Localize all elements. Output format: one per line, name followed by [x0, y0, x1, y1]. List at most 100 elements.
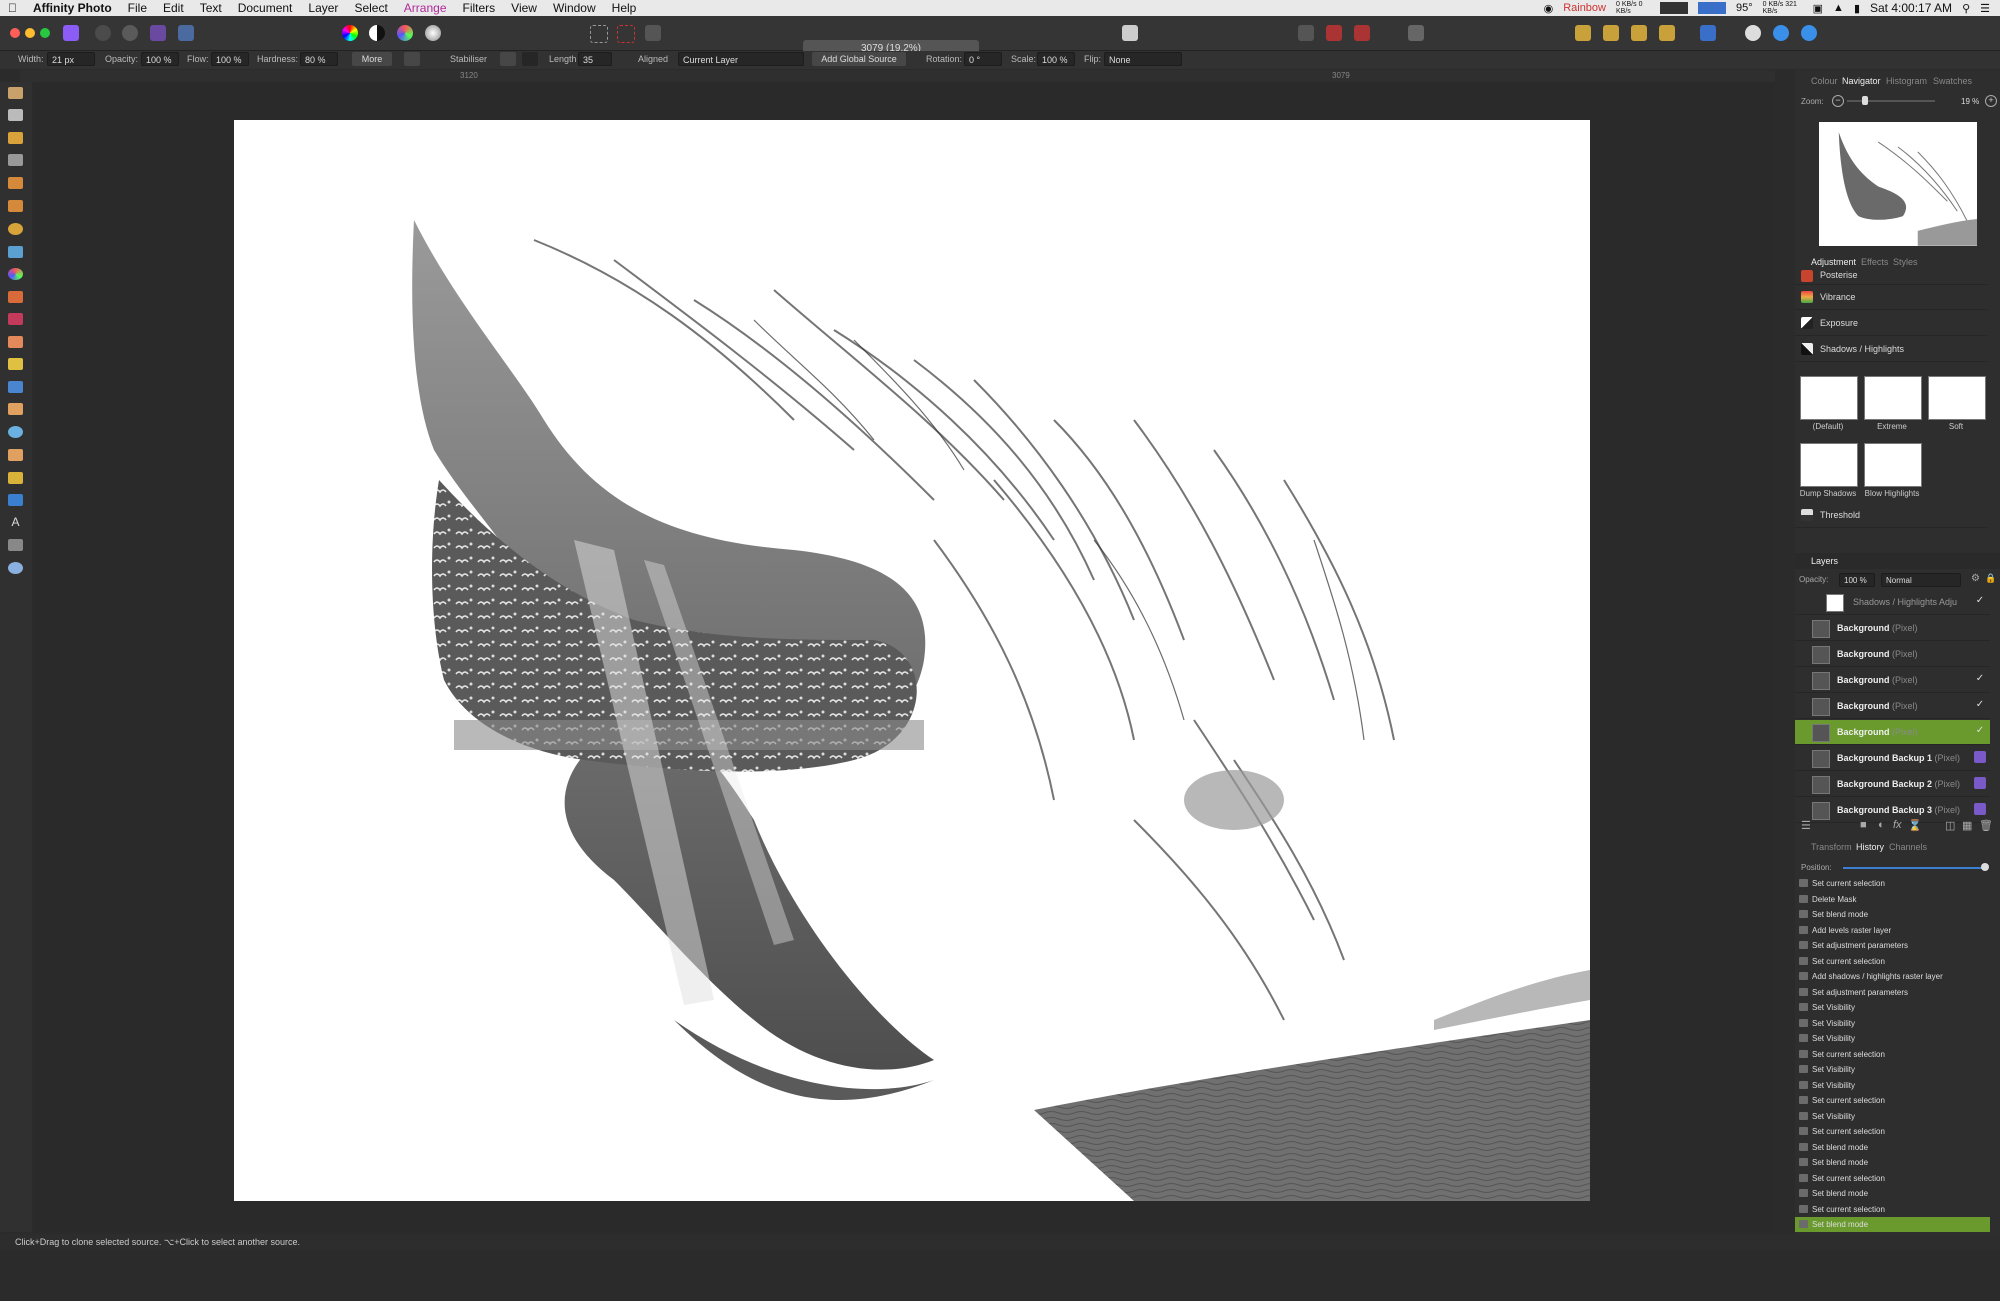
pen-tool-icon[interactable] — [8, 472, 23, 484]
layer-visibility-checkbox[interactable] — [1974, 647, 1986, 659]
window-mode-icon[interactable] — [522, 52, 538, 66]
history-item[interactable]: Add levels raster layer — [1795, 923, 1990, 938]
quick-mask-icon[interactable] — [1122, 25, 1138, 41]
blend-mode-dropdown[interactable]: Normal — [1881, 573, 1961, 587]
zoom-tool-icon[interactable] — [8, 562, 23, 574]
clock[interactable]: Sat 4:00:17 AM — [1870, 1, 1952, 15]
layer-visibility-checkbox[interactable] — [1974, 803, 1986, 815]
preset-default[interactable] — [1800, 376, 1858, 420]
history-item[interactable]: Set current selection — [1795, 954, 1990, 969]
menu-filters[interactable]: Filters — [455, 0, 504, 16]
delete-layer-icon[interactable]: 🗑 — [1979, 819, 1993, 832]
history-item[interactable]: Set blend mode — [1795, 1140, 1990, 1155]
view-mode-icon[interactable] — [1298, 25, 1314, 41]
photo-persona-icon[interactable] — [63, 25, 79, 41]
zoom-slider-thumb[interactable] — [1861, 96, 1868, 105]
hardness-field[interactable]: 80 % — [300, 52, 338, 66]
close-button[interactable] — [10, 28, 20, 38]
mesh-warp-icon[interactable] — [8, 539, 23, 551]
tab-history[interactable]: History — [1856, 842, 1884, 852]
healing-brush-icon[interactable] — [8, 403, 23, 415]
wifi-icon[interactable]: ▲ — [1833, 2, 1844, 14]
adjustment-shadows-highlights[interactable]: Shadows / Highlights — [1795, 337, 1987, 362]
invert-selection-icon[interactable] — [645, 25, 661, 41]
layer-row[interactable]: Background (Pixel) — [1795, 642, 1990, 667]
layer-row[interactable]: Background (Pixel) ✓ — [1795, 694, 1990, 719]
history-item[interactable]: Add shadows / highlights raster layer — [1795, 969, 1990, 984]
document-canvas-image[interactable] — [234, 120, 1590, 1201]
flood-select-icon[interactable] — [8, 200, 23, 212]
history-item[interactable]: Set current selection — [1795, 876, 1990, 891]
aligned-label[interactable]: Aligned — [638, 54, 668, 64]
liquify-persona-icon[interactable] — [95, 25, 111, 41]
contrast-icon[interactable] — [369, 25, 385, 41]
dodge-brush-icon[interactable] — [8, 358, 23, 370]
history-item[interactable]: Set Visibility — [1795, 1031, 1990, 1046]
apple-icon[interactable]:  — [0, 0, 25, 16]
move-tool-icon[interactable] — [8, 109, 23, 121]
rainbow-status[interactable]: Rainbow — [1563, 2, 1606, 14]
tab-transform[interactable]: Transform — [1811, 842, 1852, 852]
color-picker-icon[interactable] — [8, 132, 23, 144]
history-item[interactable]: Delete Mask — [1795, 892, 1990, 907]
tab-histogram[interactable]: Histogram — [1886, 76, 1927, 86]
history-item[interactable]: Set blend mode — [1795, 1155, 1990, 1170]
source-dropdown[interactable]: Current Layer — [678, 52, 804, 66]
menu-arrange[interactable]: Arrange — [396, 0, 455, 16]
history-item[interactable]: Set adjustment parameters — [1795, 985, 1990, 1000]
adjustment-threshold[interactable]: Threshold — [1795, 503, 1987, 528]
share-icon[interactable] — [1801, 25, 1817, 41]
text-tool-icon[interactable]: A — [8, 516, 23, 528]
menu-document[interactable]: Document — [230, 0, 301, 16]
view-tool-icon[interactable] — [8, 87, 23, 99]
display-icon[interactable]: ▣ — [1813, 2, 1823, 15]
color-replacement-icon[interactable] — [8, 313, 23, 325]
assistant-icon[interactable] — [1408, 25, 1424, 41]
persona-user-icon[interactable] — [1745, 25, 1761, 41]
align-icon[interactable] — [1700, 25, 1716, 41]
history-item[interactable]: Set current selection — [1795, 1047, 1990, 1062]
layer-visibility-checkbox[interactable]: ✓ — [1974, 725, 1986, 737]
tab-channels[interactable]: Channels — [1889, 842, 1927, 852]
layer-lock-icon[interactable]: 🔒 — [1985, 573, 1996, 584]
color-wheel-icon[interactable] — [342, 25, 358, 41]
tab-navigator[interactable]: Navigator — [1842, 76, 1881, 86]
layer-settings-icon[interactable]: ⚙ — [1971, 573, 1980, 584]
add-pixel-layer-icon[interactable]: ▦ — [1962, 819, 1972, 832]
opacity-field[interactable]: 100 % — [141, 52, 179, 66]
layers-title[interactable]: Layers — [1811, 556, 1838, 566]
tab-styles[interactable]: Styles — [1893, 257, 1918, 267]
zoom-slider[interactable] — [1847, 100, 1935, 102]
brush-settings-icon[interactable] — [404, 52, 420, 66]
tone-mapping-persona-icon[interactable] — [150, 25, 166, 41]
arrange-forward-icon[interactable] — [1631, 25, 1647, 41]
minimize-button[interactable] — [25, 28, 35, 38]
preset-blow-highlights[interactable] — [1864, 443, 1922, 487]
rope-mode-icon[interactable] — [500, 52, 516, 66]
develop-persona-icon[interactable] — [122, 25, 138, 41]
menu-layer[interactable]: Layer — [300, 0, 346, 16]
chat-icon[interactable] — [1773, 25, 1789, 41]
layer-row[interactable]: Background (Pixel) ✓ — [1795, 720, 1990, 745]
blur-brush-icon[interactable] — [8, 426, 23, 438]
patch-tool-icon[interactable] — [8, 449, 23, 461]
history-item[interactable]: Set current selection — [1795, 1093, 1990, 1108]
menu-list-icon[interactable]: ☰ — [1980, 2, 1990, 15]
paint-brush-icon[interactable] — [8, 291, 23, 303]
erase-brush-icon[interactable] — [8, 336, 23, 348]
tab-colour[interactable]: Colour — [1811, 76, 1838, 86]
deselect-icon[interactable] — [617, 25, 635, 43]
history-item[interactable]: Set blend mode — [1795, 907, 1990, 922]
menu-view[interactable]: View — [503, 0, 545, 16]
history-position-thumb[interactable] — [1981, 863, 1989, 871]
tab-adjustment[interactable]: Adjustment — [1811, 257, 1856, 267]
history-item[interactable]: Set current selection — [1795, 1202, 1990, 1217]
width-field[interactable]: 21 px — [47, 52, 95, 66]
history-item[interactable]: Set Visibility — [1795, 1109, 1990, 1124]
layer-row[interactable]: Shadows / Highlights Adju ✓ — [1795, 590, 1990, 615]
record-icon[interactable]: ◉ — [1544, 2, 1554, 15]
flood-fill-icon[interactable] — [8, 246, 23, 258]
history-item[interactable]: Set Visibility — [1795, 1078, 1990, 1093]
add-global-source-button[interactable]: Add Global Source — [812, 52, 906, 66]
layer-row[interactable]: Background Backup 1 (Pixel) — [1795, 746, 1990, 771]
